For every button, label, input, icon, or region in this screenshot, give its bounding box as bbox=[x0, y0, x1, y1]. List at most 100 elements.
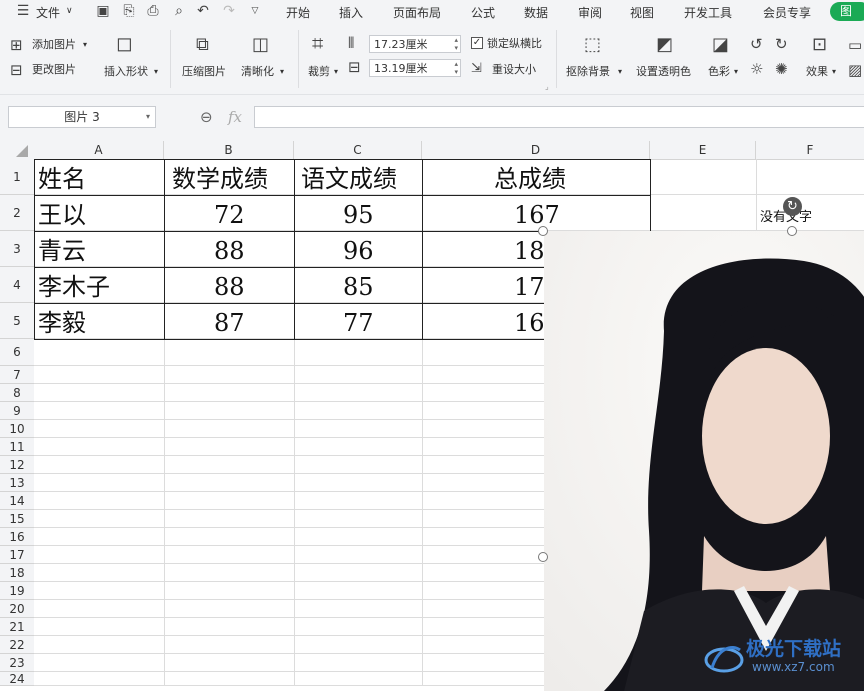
chevron-down-icon[interactable]: ∨ bbox=[66, 6, 73, 16]
picture-style-icon[interactable]: ▨ bbox=[848, 61, 862, 79]
cell-d4[interactable]: 17 bbox=[514, 270, 545, 304]
color-button[interactable]: 色彩 bbox=[708, 65, 730, 79]
border-icon[interactable]: ▭ bbox=[848, 36, 862, 54]
cell-a3[interactable]: 青云 bbox=[38, 234, 86, 268]
size-dialog-launcher-icon[interactable]: ⌟ bbox=[545, 80, 549, 94]
tab-page-layout[interactable]: 页面布局 bbox=[393, 4, 441, 21]
column-header-b[interactable]: B bbox=[164, 141, 294, 159]
row-header-12[interactable]: 12 bbox=[0, 456, 34, 474]
add-image-dropdown-icon[interactable]: ▾ bbox=[83, 38, 87, 52]
sharpen-dropdown-icon[interactable]: ▾ bbox=[280, 65, 284, 79]
width-input[interactable]: 13.19厘米 ▴ ▾ bbox=[369, 59, 461, 77]
cell-a1[interactable]: 姓名 bbox=[38, 162, 86, 196]
rotate-left-icon[interactable]: ↺ bbox=[750, 35, 763, 53]
row-header-24[interactable]: 24 bbox=[0, 672, 34, 686]
color-dropdown-icon[interactable]: ▾ bbox=[734, 65, 738, 79]
effects-dropdown-icon[interactable]: ▾ bbox=[832, 65, 836, 79]
row-header-18[interactable]: 18 bbox=[0, 564, 34, 582]
row-header-23[interactable]: 23 bbox=[0, 654, 34, 672]
tab-review[interactable]: 审阅 bbox=[578, 4, 602, 21]
row-header-1[interactable]: 1 bbox=[0, 159, 34, 195]
row-header-19[interactable]: 19 bbox=[0, 582, 34, 600]
set-transparent-button[interactable]: 设置透明色 bbox=[636, 65, 691, 79]
cell-d5[interactable]: 16 bbox=[514, 306, 545, 340]
export-pdf-icon[interactable]: ⎘ bbox=[120, 2, 138, 20]
row-header-13[interactable]: 13 bbox=[0, 474, 34, 492]
row-header-5[interactable]: 5 bbox=[0, 303, 34, 339]
cell-c5[interactable]: 77 bbox=[343, 306, 374, 340]
row-header-14[interactable]: 14 bbox=[0, 492, 34, 510]
row-header-3[interactable]: 3 bbox=[0, 231, 34, 267]
tab-developer[interactable]: 开发工具 bbox=[684, 4, 732, 21]
change-image-button[interactable]: 更改图片 bbox=[32, 63, 76, 77]
row-header-2[interactable]: 2 bbox=[0, 195, 34, 231]
name-box[interactable]: 图片 3 bbox=[8, 106, 156, 128]
column-header-f[interactable]: F bbox=[756, 141, 864, 159]
row-header-20[interactable]: 20 bbox=[0, 600, 34, 618]
save-icon[interactable]: ▣ bbox=[94, 2, 112, 20]
customize-dropdown-icon[interactable]: ▽ bbox=[246, 2, 264, 20]
column-header-d[interactable]: D bbox=[422, 141, 650, 159]
compress-image-button[interactable]: 压缩图片 bbox=[182, 65, 226, 79]
insert-shape-dropdown-icon[interactable]: ▾ bbox=[154, 65, 158, 79]
row-header-15[interactable]: 15 bbox=[0, 510, 34, 528]
sharpen-button[interactable]: 清晰化 bbox=[241, 65, 274, 79]
remove-background-button[interactable]: 抠除背景 bbox=[566, 65, 610, 79]
cell-a4[interactable]: 李木子 bbox=[38, 270, 110, 304]
height-input[interactable]: 17.23厘米 ▴ ▾ bbox=[369, 35, 461, 53]
tab-member[interactable]: 会员专享 bbox=[763, 4, 811, 21]
row-header-10[interactable]: 10 bbox=[0, 420, 34, 438]
row-header-4[interactable]: 4 bbox=[0, 267, 34, 303]
inserted-picture[interactable] bbox=[544, 231, 864, 691]
column-header-a[interactable]: A bbox=[34, 141, 164, 159]
print-icon[interactable]: ⎙ bbox=[144, 2, 162, 20]
cell-a5[interactable]: 李毅 bbox=[38, 306, 86, 340]
cell-c3[interactable]: 96 bbox=[343, 234, 374, 268]
undo-icon[interactable]: ↶ bbox=[194, 2, 212, 20]
brightness-up-icon[interactable]: ☼ bbox=[750, 60, 763, 78]
zoom-icon[interactable]: ⊖ bbox=[200, 108, 213, 126]
brightness-down-icon[interactable]: ✺ bbox=[775, 60, 788, 78]
hamburger-icon[interactable]: ☰ bbox=[14, 2, 32, 20]
column-header-c[interactable]: C bbox=[294, 141, 422, 159]
reset-size-button[interactable]: 重设大小 bbox=[492, 63, 536, 77]
cell-d2[interactable]: 167 bbox=[514, 198, 560, 232]
tab-data[interactable]: 数据 bbox=[524, 4, 548, 21]
row-header-9[interactable]: 9 bbox=[0, 402, 34, 420]
resize-handle-top[interactable] bbox=[787, 226, 797, 236]
row-header-21[interactable]: 21 bbox=[0, 618, 34, 636]
row-header-22[interactable]: 22 bbox=[0, 636, 34, 654]
row-header-11[interactable]: 11 bbox=[0, 438, 34, 456]
redo-icon[interactable]: ↷ bbox=[220, 2, 238, 20]
cell-b2[interactable]: 72 bbox=[214, 198, 245, 232]
select-all-corner[interactable] bbox=[16, 145, 28, 157]
cell-d3[interactable]: 18 bbox=[514, 234, 545, 268]
insert-shape-button[interactable]: 插入形状 bbox=[104, 65, 148, 79]
row-header-16[interactable]: 16 bbox=[0, 528, 34, 546]
crop-button[interactable]: 裁剪 bbox=[308, 65, 330, 79]
file-menu[interactable]: 文件 bbox=[36, 4, 60, 21]
cell-b1[interactable]: 数学成绩 bbox=[172, 162, 268, 196]
print-preview-icon[interactable]: ⌕ bbox=[170, 2, 188, 20]
cell-b4[interactable]: 88 bbox=[214, 270, 245, 304]
rotate-right-icon[interactable]: ↻ bbox=[775, 35, 788, 53]
row-header-8[interactable]: 8 bbox=[0, 384, 34, 402]
cell-b5[interactable]: 87 bbox=[214, 306, 245, 340]
remove-background-dropdown-icon[interactable]: ▾ bbox=[618, 65, 622, 79]
cell-c1[interactable]: 语文成绩 bbox=[301, 162, 397, 196]
column-header-e[interactable]: E bbox=[650, 141, 756, 159]
tab-picture-tools[interactable]: 图 bbox=[830, 2, 864, 21]
formula-input[interactable] bbox=[254, 106, 864, 128]
tab-view[interactable]: 视图 bbox=[630, 4, 654, 21]
cell-a2[interactable]: 王以 bbox=[38, 198, 86, 232]
cell-c4[interactable]: 85 bbox=[343, 270, 374, 304]
name-box-dropdown-icon[interactable]: ▾ bbox=[146, 112, 150, 121]
row-header-6[interactable]: 6 bbox=[0, 339, 34, 366]
effects-button[interactable]: 效果 bbox=[806, 65, 828, 79]
cell-c2[interactable]: 95 bbox=[343, 198, 374, 232]
tab-formulas[interactable]: 公式 bbox=[471, 4, 495, 21]
resize-handle-left[interactable] bbox=[538, 552, 548, 562]
add-image-button[interactable]: 添加图片 bbox=[32, 38, 76, 52]
lock-ratio-checkbox[interactable]: ✓ bbox=[471, 37, 483, 49]
cell-b3[interactable]: 88 bbox=[214, 234, 245, 268]
